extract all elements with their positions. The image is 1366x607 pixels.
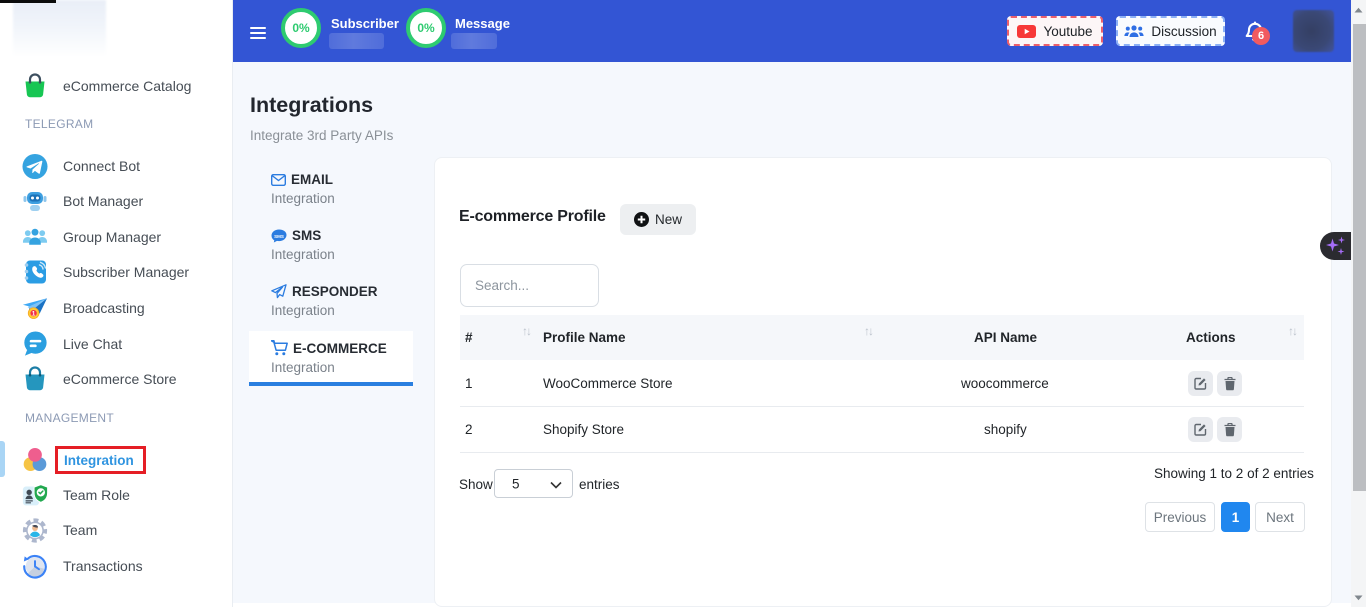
svg-text:SMS: SMS	[274, 234, 284, 239]
